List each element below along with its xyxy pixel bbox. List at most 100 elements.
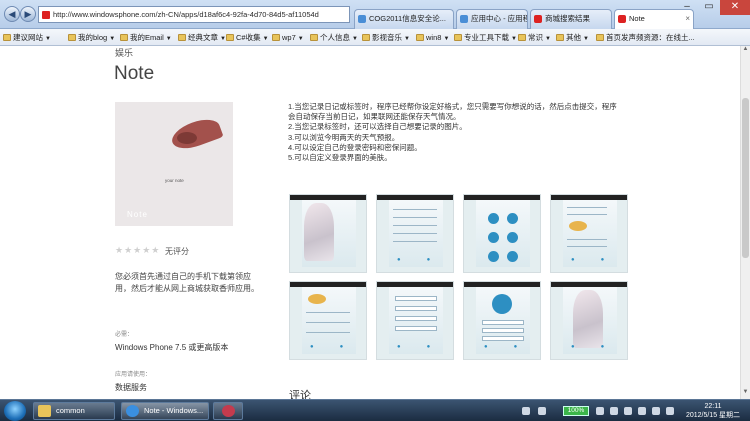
bookmark-suggested-sites[interactable]: 建议网站 ▼ <box>3 32 51 45</box>
rating-text: 无评分 <box>165 247 189 256</box>
bookmark-wp7[interactable]: wp7 ▼ <box>272 32 304 45</box>
back-button[interactable]: ◀ <box>4 6 20 22</box>
folder-icon <box>120 34 128 41</box>
ie-tab-icon <box>460 15 468 23</box>
address-text: http://www.windowsphone.com/zh-CN/apps/d… <box>53 10 319 19</box>
screenshot-thumbnail[interactable]: ●● <box>463 281 541 360</box>
clock-date: 2012/5/15 星期二 <box>685 412 741 419</box>
lock-icon <box>492 294 512 314</box>
folder-icon <box>454 34 462 41</box>
screenshot-thumbnail[interactable] <box>463 194 541 273</box>
tab-search-results[interactable]: 商城搜索结果 <box>530 9 612 29</box>
comments-heading: 评论 <box>289 390 311 399</box>
volume-icon[interactable] <box>624 407 632 415</box>
scroll-up-icon[interactable]: ▲ <box>741 46 750 56</box>
description-line: 4.可以设定自己的登录密码和密保问题。 <box>288 142 422 152</box>
folder-icon <box>38 405 51 417</box>
permissions-value: 数据服务 <box>115 383 147 392</box>
bookmark-audio-resources[interactable]: 首页发声频资源：在线土... <box>596 32 695 43</box>
bookmark-csharp[interactable]: C#收集 ▼ <box>226 32 269 45</box>
system-clock[interactable]: 22:11 2012/5/15 星期二 <box>684 402 742 420</box>
close-window-button[interactable]: ✕ <box>720 0 750 15</box>
tray-icon[interactable] <box>666 407 674 415</box>
folder-icon <box>226 34 234 41</box>
bookmark-email[interactable]: 我的Email ▼ <box>120 32 172 45</box>
tray-icon[interactable] <box>596 407 604 415</box>
folder-icon <box>556 34 564 41</box>
tray-icon[interactable] <box>652 407 660 415</box>
scroll-down-icon[interactable]: ▼ <box>741 389 750 399</box>
taskbar-app-item[interactable] <box>213 402 243 420</box>
folder-icon <box>362 34 370 41</box>
description-line: 会自动保存当前日记，如果联网还能保存天气情况。 <box>288 112 461 122</box>
bookmark-knowledge[interactable]: 常识 ▼ <box>518 32 551 45</box>
battery-indicator[interactable]: 100% <box>563 406 589 416</box>
folder-icon <box>518 34 526 41</box>
clock-time: 22:11 <box>704 403 722 410</box>
requires-value: Windows Phone 7.5 或更高版本 <box>115 343 229 352</box>
page-title: Note <box>114 63 155 84</box>
tab-app-center[interactable]: 应用中心 - 应用程序... <box>456 9 528 29</box>
windows-taskbar: common Note - Windows... 100% 22:11 2012… <box>0 399 750 421</box>
bookmark-articles[interactable]: 经典文章 ▼ <box>178 32 226 45</box>
screenshot-thumbnail[interactable]: ●● <box>376 194 454 273</box>
bookmark-win8[interactable]: win8 ▼ <box>416 32 449 45</box>
start-button[interactable] <box>4 401 26 421</box>
tray-icon[interactable] <box>610 407 618 415</box>
app-description: 1.当您记录日记或标签时，程序已经帮你设定好格式，您只需要写你想说的话，然后点击… <box>288 102 633 163</box>
photo-image <box>573 290 603 348</box>
folder-icon <box>3 34 11 41</box>
screenshot-thumbnail[interactable]: ●● <box>289 281 367 360</box>
bookmark-tools[interactable]: 专业工具下载 ▼ <box>454 32 517 45</box>
screenshot-thumbnail[interactable] <box>289 194 367 273</box>
screenshot-thumbnail[interactable]: ●● <box>550 194 628 273</box>
bookmarks-bar: 建议网站 ▼ 我的blog ▼ 我的Email ▼ 经典文章 ▼ C#收集 ▼ wp7 ▼ … <box>0 29 750 46</box>
description-line: 2.当您记录标签时，还可以选择自己想要记录的图片。 <box>288 122 467 132</box>
taskbar-ie-note[interactable]: Note - Windows... <box>121 402 209 420</box>
page-scrollbar[interactable]: ▲ ▼ <box>740 46 750 399</box>
notification-icon[interactable] <box>538 407 546 415</box>
icon-caption: Note <box>127 210 148 219</box>
description-line: 5.可以自定义登录界面的美肤。 <box>288 153 392 163</box>
description-line: 3.可以浏览今明两天的天气预报。 <box>288 132 400 142</box>
screenshot-thumbnail[interactable]: ●● <box>376 281 454 360</box>
tray-icon[interactable] <box>638 407 646 415</box>
network-icon[interactable] <box>522 407 530 415</box>
app-icon <box>222 405 235 417</box>
rating-stars-icon: ★★★★★ <box>115 245 161 255</box>
permissions-label: 应用请使用： <box>115 372 152 378</box>
icon-small-text: your note <box>165 178 184 183</box>
download-note: 您必须首先通过自己的手机下载第领应用，然后才能从网上商城获取香师应用。 <box>115 272 259 293</box>
page-content: 娱乐 Note your note Note ★★★★★ 无评分 您必须首先通过… <box>0 46 740 399</box>
folder-icon <box>68 34 76 41</box>
folder-icon <box>596 34 604 41</box>
store-tab-icon <box>534 15 542 23</box>
folder-icon <box>178 34 186 41</box>
scrollbar-thumb[interactable] <box>742 98 749 258</box>
screenshot-thumbnail[interactable]: ●● <box>550 281 628 360</box>
requires-label: 必需： <box>115 332 134 338</box>
pencil-shaving-icon <box>168 114 224 154</box>
folder-icon <box>272 34 280 41</box>
browser-titlebar: ◀ ▶ http://www.windowsphone.com/zh-CN/ap… <box>0 0 750 30</box>
internet-explorer-icon <box>126 405 139 417</box>
bookmark-personal[interactable]: 个人信息 ▼ <box>310 32 358 45</box>
store-tab-icon <box>618 15 626 23</box>
site-favicon-icon <box>42 11 50 19</box>
bookmark-other[interactable]: 其他 ▼ <box>556 32 589 45</box>
tab-cog2011[interactable]: COG2011信息安全论... <box>354 9 454 29</box>
maximize-button[interactable]: ▭ <box>698 0 720 15</box>
bookmark-media[interactable]: 影视音乐 ▼ <box>362 32 410 45</box>
minimize-button[interactable]: – <box>676 0 698 15</box>
forward-button[interactable]: ▶ <box>20 6 36 22</box>
ie-tab-icon <box>358 15 366 23</box>
bookmark-blog[interactable]: 我的blog ▼ <box>68 32 115 45</box>
folder-icon <box>416 34 424 41</box>
taskbar-folder-common[interactable]: common <box>33 402 115 420</box>
photo-image <box>304 203 334 261</box>
app-category[interactable]: 娱乐 <box>115 46 133 59</box>
description-line: 1.当您记录日记或标签时，程序已经帮你设定好格式，您只需要写你想说的话，然后点击… <box>288 102 617 111</box>
app-icon-image: your note Note <box>115 102 233 226</box>
folder-icon <box>310 34 318 41</box>
address-bar[interactable]: http://www.windowsphone.com/zh-CN/apps/d… <box>38 6 350 23</box>
